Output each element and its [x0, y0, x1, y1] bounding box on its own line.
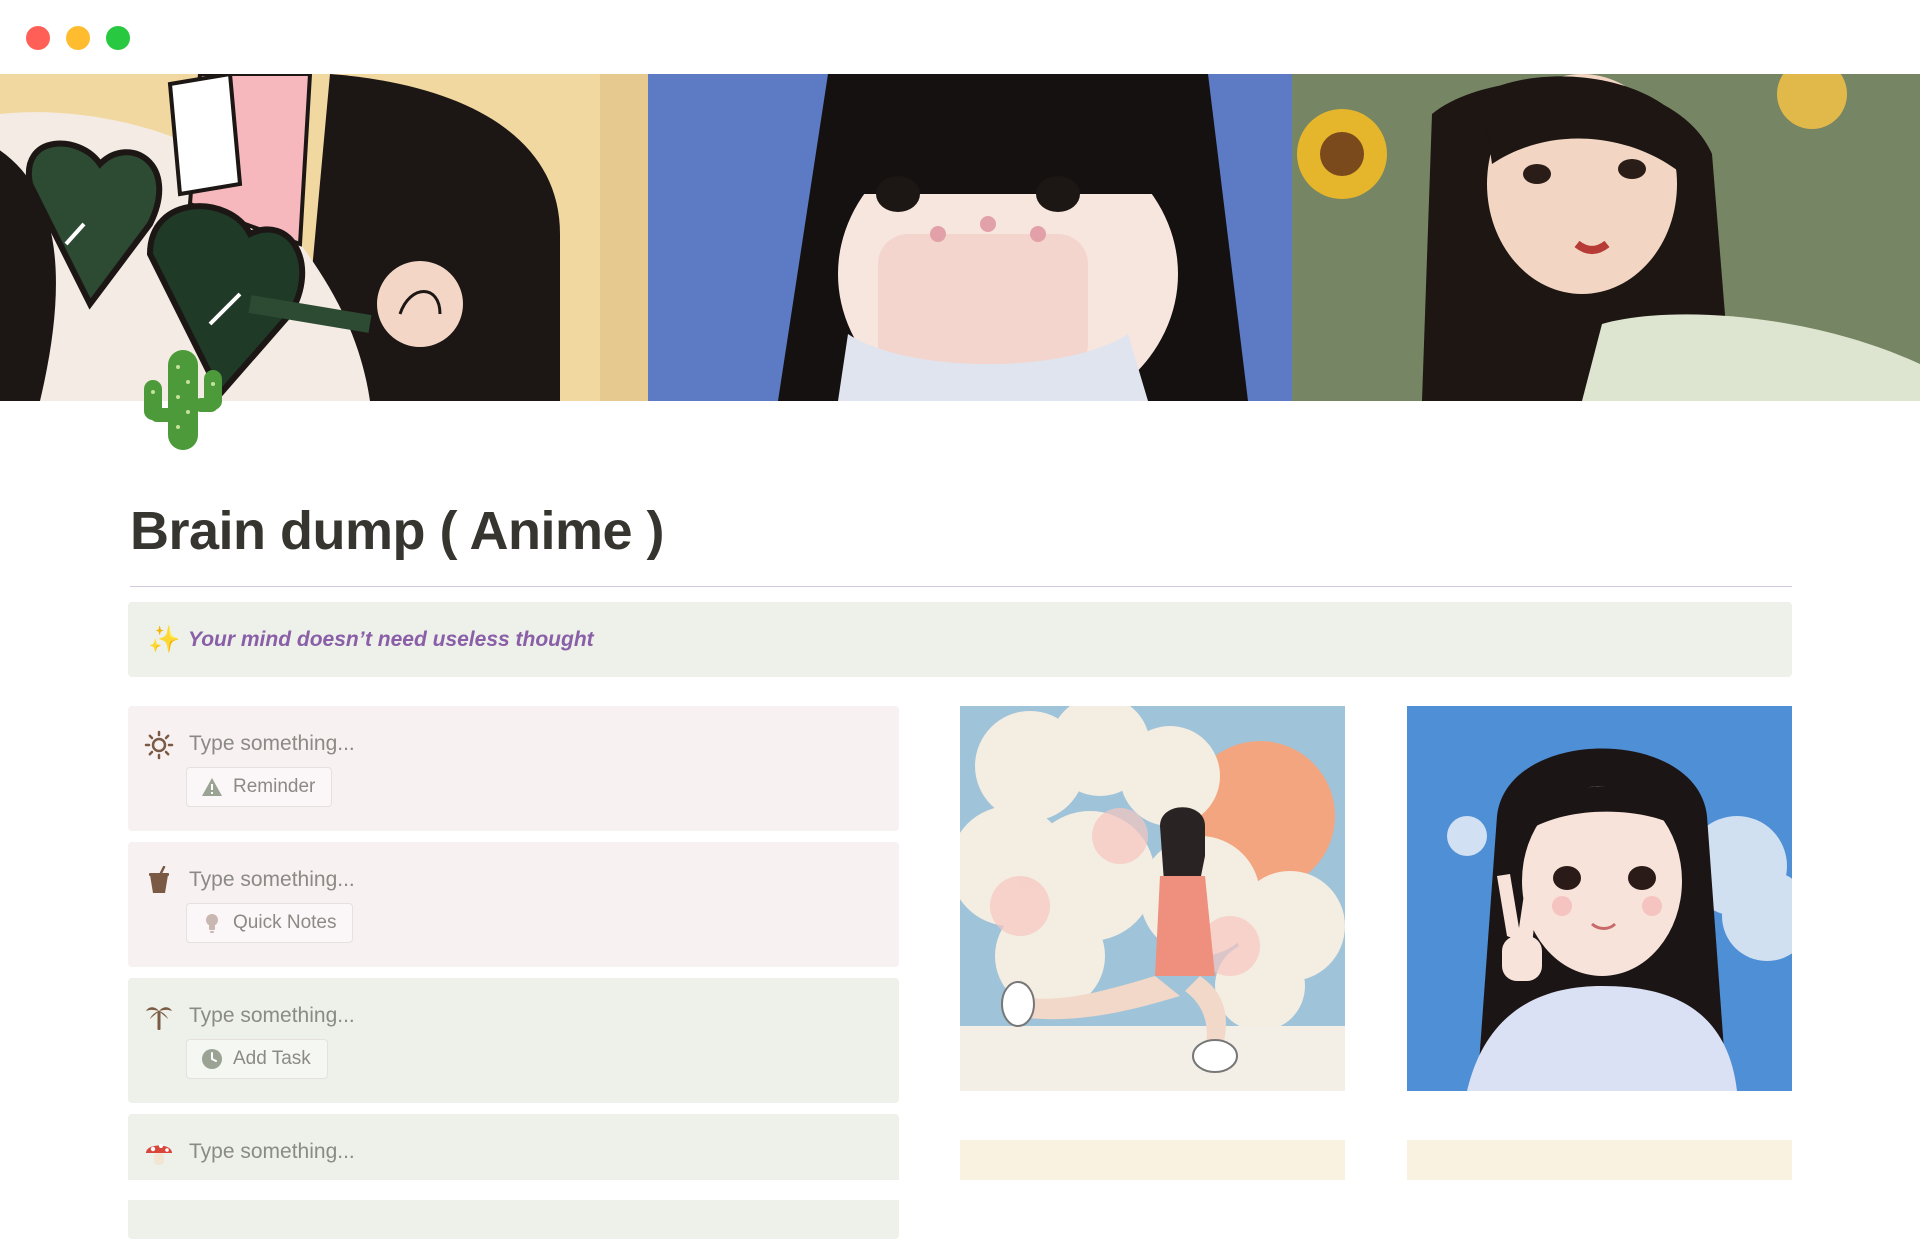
reminder-button[interactable]: Reminder [186, 767, 333, 807]
close-window-button[interactable] [26, 26, 50, 50]
card-text-input[interactable]: Type something... [189, 1004, 355, 1028]
cup-icon [144, 865, 174, 896]
sparkles-icon: ✨ [148, 624, 181, 654]
cover-panel-sunflowers [1292, 74, 1920, 401]
clock-icon [202, 1049, 222, 1069]
brain-dump-card-4[interactable]: Type something... [128, 1114, 899, 1239]
page-title[interactable]: Brain dump ( Anime ) [130, 500, 665, 562]
minimize-window-button[interactable] [66, 26, 90, 50]
gallery-image-peace-sign[interactable] [1407, 706, 1792, 1091]
viewport-bottom-edge [0, 1180, 1920, 1200]
gallery-card-cream-2[interactable] [1407, 1140, 1792, 1180]
mushroom-icon [144, 1138, 174, 1168]
callout[interactable]: ✨ Your mind doesn’t need useless thought [128, 602, 1792, 677]
card-text-input[interactable]: Type something... [189, 732, 355, 756]
lightbulb-icon [206, 914, 218, 933]
window-titlebar [0, 0, 1920, 74]
gallery-image-sitting-clouds[interactable] [960, 706, 1345, 1091]
add-task-label: Add Task [233, 1048, 311, 1069]
card-text-input[interactable]: Type something... [189, 1140, 355, 1164]
add-task-button[interactable]: Add Task [186, 1039, 328, 1079]
title-divider [130, 586, 1792, 587]
reminder-label: Reminder [233, 776, 316, 797]
brain-dump-card-add-task[interactable]: Type something... Add Task [128, 978, 899, 1103]
quick-notes-label: Quick Notes [233, 912, 337, 933]
brain-dump-card-reminder[interactable]: Type something... Reminder [128, 706, 899, 831]
maximize-window-button[interactable] [106, 26, 130, 50]
cactus-icon[interactable] [138, 342, 228, 452]
cover-panel-hands-on-face [648, 74, 1292, 401]
brain-dump-card-quick-notes[interactable]: Type something... Quick Notes [128, 842, 899, 967]
sun-icon [144, 730, 174, 760]
card-text-input[interactable]: Type something... [189, 868, 355, 892]
warning-icon [202, 778, 222, 796]
quick-notes-button[interactable]: Quick Notes [186, 903, 354, 943]
palm-tree-icon [144, 1002, 174, 1032]
cover-panel-heart-sunglasses [0, 74, 648, 401]
gallery-card-cream-1[interactable] [960, 1140, 1345, 1180]
callout-text: Your mind doesn’t need useless thought [188, 627, 594, 651]
cover-image[interactable] [0, 74, 1920, 401]
